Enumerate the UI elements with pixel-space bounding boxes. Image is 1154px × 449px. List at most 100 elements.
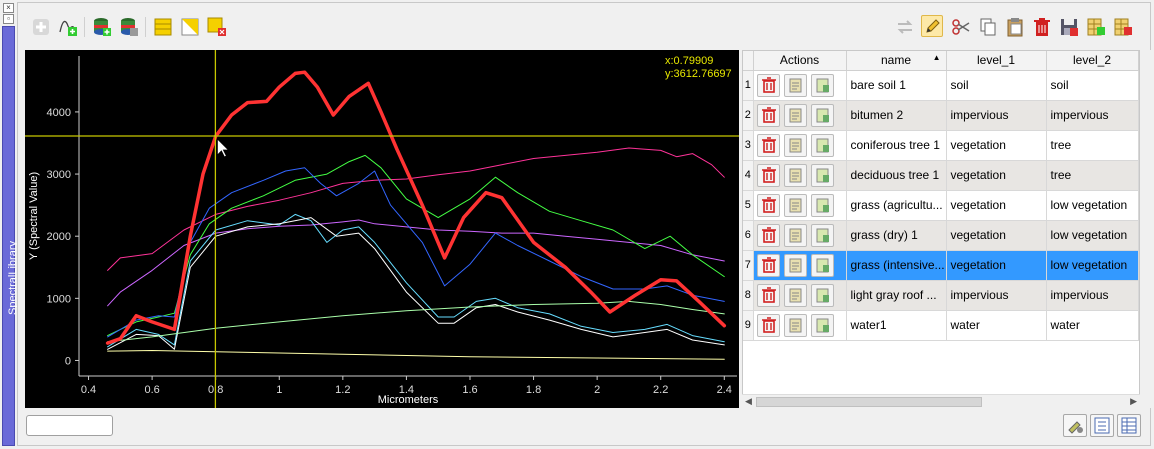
open-form-button[interactable] <box>783 73 807 97</box>
cell-level-1[interactable]: water <box>946 310 1047 341</box>
cell-level-2[interactable]: tree <box>1046 130 1139 161</box>
zoom-to-profile-button[interactable] <box>810 313 834 337</box>
scroll-left-icon[interactable]: ◀ <box>745 396 752 407</box>
cell-name[interactable]: light gray roof ... <box>846 280 947 311</box>
row-header[interactable]: 7 <box>743 250 754 281</box>
cell-level-2[interactable]: low vegetation <box>1046 250 1139 281</box>
open-form-button[interactable] <box>783 163 807 187</box>
delete-row-button[interactable] <box>756 163 780 187</box>
zoom-to-profile-button[interactable] <box>810 283 834 307</box>
plot-canvas[interactable]: 010002000300040000.40.60.811.21.41.61.82… <box>25 50 739 408</box>
cell-level-1[interactable]: soil <box>946 70 1047 101</box>
table-row[interactable]: 7 grass (intensive... vegetation low vegeta… <box>743 250 1139 281</box>
row-header[interactable]: 3 <box>743 130 754 161</box>
cell-level-2[interactable]: low vegetation <box>1046 190 1139 221</box>
table-row[interactable]: 3 coniferous tree 1 vegetation tree <box>743 130 1139 161</box>
cell-level-1[interactable]: vegetation <box>946 220 1047 251</box>
zoom-to-profile-button[interactable] <box>810 163 834 187</box>
table-row[interactable]: 1 bare soil 1 soil soil <box>743 70 1139 101</box>
row-header[interactable]: 1 <box>743 70 754 101</box>
cell-name[interactable]: bare soil 1 <box>846 70 947 101</box>
open-form-button[interactable] <box>783 103 807 127</box>
row-header[interactable]: 2 <box>743 100 754 131</box>
save-edits-button[interactable] <box>1058 16 1080 38</box>
cell-level-1[interactable]: vegetation <box>946 190 1047 221</box>
delete-row-button[interactable] <box>756 313 780 337</box>
cut-button[interactable] <box>950 16 972 38</box>
column-header-name[interactable]: name ▲ <box>846 51 947 71</box>
deselect-button[interactable] <box>206 16 228 38</box>
undo-redo-button[interactable] <box>894 16 916 38</box>
zoom-to-profile-button[interactable] <box>810 223 834 247</box>
row-header[interactable]: 4 <box>743 160 754 191</box>
cell-level-2[interactable]: tree <box>1046 160 1139 191</box>
table-view-button[interactable] <box>1117 414 1141 437</box>
table-row[interactable]: 2 bitumen 2 impervious impervious <box>743 100 1139 131</box>
table-horizontal-scrollbar[interactable]: ◀ ▶ <box>742 394 1140 408</box>
row-header[interactable]: 5 <box>743 190 754 221</box>
delete-field-button[interactable] <box>1112 16 1134 38</box>
table-row[interactable]: 8 light gray roof ... impervious impervious <box>743 280 1139 311</box>
dock-title-bar[interactable]: SpectralLibrary <box>2 26 19 446</box>
cell-name[interactable]: coniferous tree 1 <box>846 130 947 161</box>
row-header[interactable]: 6 <box>743 220 754 251</box>
paste-button[interactable] <box>1004 16 1026 38</box>
import-library-button[interactable] <box>91 16 113 38</box>
open-form-button[interactable] <box>783 223 807 247</box>
attribute-table[interactable]: Actions name ▲ level_1 level_2 1 bare soil… <box>742 50 1140 408</box>
open-form-button[interactable] <box>783 253 807 277</box>
form-layout-button[interactable] <box>1090 414 1114 437</box>
delete-row-button[interactable] <box>756 73 780 97</box>
table-row[interactable]: 9 water1 water water <box>743 310 1139 341</box>
open-form-button[interactable] <box>783 283 807 307</box>
cell-level-1[interactable]: vegetation <box>946 160 1047 191</box>
dock-close-button[interactable]: × <box>3 3 14 13</box>
cell-level-2[interactable]: impervious <box>1046 280 1139 311</box>
cell-name[interactable]: deciduous tree 1 <box>846 160 947 191</box>
open-form-button[interactable] <box>783 313 807 337</box>
cell-level-1[interactable]: impervious <box>946 280 1047 311</box>
delete-row-button[interactable] <box>756 103 780 127</box>
delete-row-button[interactable] <box>756 253 780 277</box>
zoom-to-profile-button[interactable] <box>810 73 834 97</box>
zoom-to-profile-button[interactable] <box>810 103 834 127</box>
open-form-button[interactable] <box>783 133 807 157</box>
scroll-right-icon[interactable]: ▶ <box>1130 396 1137 407</box>
column-header-actions[interactable]: Actions <box>753 51 847 71</box>
cell-level-2[interactable]: impervious <box>1046 100 1139 131</box>
filter-input[interactable] <box>26 415 113 436</box>
dock-float-button[interactable]: ▫ <box>3 14 14 24</box>
cell-name[interactable]: grass (dry) 1 <box>846 220 947 251</box>
open-form-button[interactable] <box>783 193 807 217</box>
select-all-button[interactable] <box>152 16 174 38</box>
cell-name[interactable]: grass (intensive... <box>846 250 947 281</box>
cell-name[interactable]: water1 <box>846 310 947 341</box>
row-header[interactable]: 9 <box>743 310 754 341</box>
cell-level-2[interactable]: water <box>1046 310 1139 341</box>
invert-selection-button[interactable] <box>179 16 201 38</box>
delete-row-button[interactable] <box>756 283 780 307</box>
cell-name[interactable]: bitumen 2 <box>846 100 947 131</box>
cell-level-2[interactable]: soil <box>1046 70 1139 101</box>
cell-level-1[interactable]: vegetation <box>946 130 1047 161</box>
new-field-button[interactable] <box>1085 16 1107 38</box>
table-row[interactable]: 4 deciduous tree 1 vegetation tree <box>743 160 1139 191</box>
delete-row-button[interactable] <box>756 193 780 217</box>
delete-row-button[interactable] <box>756 223 780 247</box>
export-library-button[interactable] <box>118 16 140 38</box>
delete-selected-button[interactable] <box>1031 16 1053 38</box>
table-row[interactable]: 5 grass (agricultu... vegetation low vegeta… <box>743 190 1139 221</box>
spectral-plot[interactable]: 010002000300040000.40.60.811.21.41.61.82… <box>25 50 739 408</box>
scrollbar-thumb[interactable] <box>756 397 982 407</box>
cell-name[interactable]: grass (agricultu... <box>846 190 947 221</box>
add-profile-button[interactable] <box>30 16 52 38</box>
column-header-level-1[interactable]: level_1 <box>946 51 1047 71</box>
zoom-to-profile-button[interactable] <box>810 193 834 217</box>
table-row[interactable]: 6 grass (dry) 1 vegetation low vegetation <box>743 220 1139 251</box>
row-header[interactable]: 8 <box>743 280 754 311</box>
cell-level-1[interactable]: impervious <box>946 100 1047 131</box>
cell-level-1[interactable]: vegetation <box>946 250 1047 281</box>
toggle-editing-button[interactable] <box>921 15 943 37</box>
cell-level-2[interactable]: low vegetation <box>1046 220 1139 251</box>
copy-button[interactable] <box>977 16 999 38</box>
